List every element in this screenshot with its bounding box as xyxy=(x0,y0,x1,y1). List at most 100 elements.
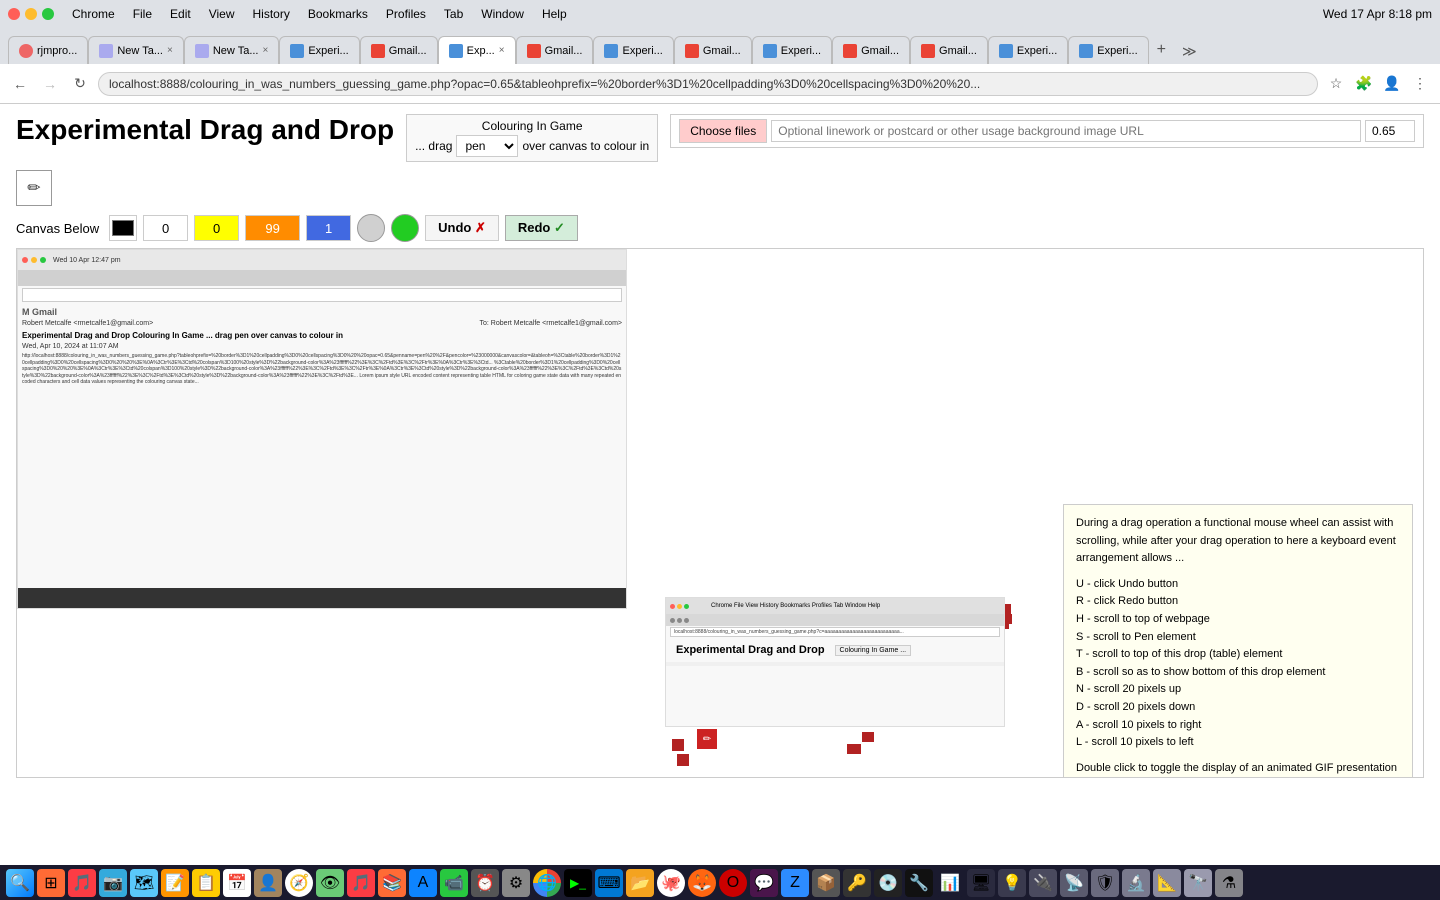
taskbar-more9[interactable]: 📡 xyxy=(1060,869,1088,897)
taskbar-github[interactable]: 🐙 xyxy=(657,869,685,897)
tab-gmail5[interactable]: Gmail... xyxy=(910,36,988,64)
tab-experi3[interactable]: Experi... xyxy=(752,36,832,64)
taskbar-more11[interactable]: 🔬 xyxy=(1122,869,1150,897)
taskbar-appstore[interactable]: A xyxy=(409,869,437,897)
taskbar-vscode[interactable]: ⌨ xyxy=(595,869,623,897)
taskbar-more1[interactable]: 📦 xyxy=(812,869,840,897)
taskbar-zoom[interactable]: Z xyxy=(781,869,809,897)
forward-button[interactable]: → xyxy=(38,72,62,96)
back-button[interactable]: ← xyxy=(8,72,32,96)
taskbar-preview[interactable]: 👁 xyxy=(316,869,344,897)
taskbar-more5[interactable]: 📊 xyxy=(936,869,964,897)
tab-close-icon[interactable]: × xyxy=(167,45,173,56)
tab-label: Gmail... xyxy=(389,45,427,57)
bookmark-icon[interactable]: ☆ xyxy=(1324,72,1348,96)
taskbar-more2[interactable]: 🔑 xyxy=(843,869,871,897)
menu-edit[interactable]: Edit xyxy=(164,5,197,23)
taskbar-slack[interactable]: 💬 xyxy=(750,869,778,897)
pen-button[interactable]: ✏ xyxy=(16,170,52,206)
taskbar-ftp[interactable]: 📂 xyxy=(626,869,654,897)
taskbar-more12[interactable]: 📐 xyxy=(1153,869,1181,897)
menu-view[interactable]: View xyxy=(203,5,241,23)
tab-experi1[interactable]: Experi... xyxy=(279,36,359,64)
taskbar-settings[interactable]: ⚙ xyxy=(502,869,530,897)
redo-button[interactable]: Redo ✓ xyxy=(505,215,578,241)
ss-dot-green xyxy=(40,257,46,263)
taskbar-maps[interactable]: 🗺 xyxy=(130,869,158,897)
taskbar-contacts[interactable]: 👤 xyxy=(254,869,282,897)
menu-bookmarks[interactable]: Bookmarks xyxy=(302,5,374,23)
menu-icon[interactable]: ⋮ xyxy=(1408,72,1432,96)
pen-select[interactable]: pen pencil brush xyxy=(456,135,518,157)
tab-experi5[interactable]: Experi... xyxy=(1068,36,1148,64)
num-input-3[interactable]: 99 xyxy=(245,215,300,241)
taskbar-calendar[interactable]: 📅 xyxy=(223,869,251,897)
taskbar-opera[interactable]: O xyxy=(719,869,747,897)
close-button[interactable] xyxy=(8,8,20,20)
tab-experi2[interactable]: Experi... xyxy=(593,36,673,64)
tab-exp-active[interactable]: Exp... × xyxy=(438,36,516,64)
profile-icon[interactable]: 👤 xyxy=(1380,72,1404,96)
taskbar-more3[interactable]: 💿 xyxy=(874,869,902,897)
taskbar-more8[interactable]: 🔌 xyxy=(1029,869,1057,897)
maximize-button[interactable] xyxy=(42,8,54,20)
taskbar-itunes[interactable]: 🎵 xyxy=(347,869,375,897)
menu-window[interactable]: Window xyxy=(475,5,530,23)
num-input-4[interactable]: 1 xyxy=(306,215,351,241)
canvas-area[interactable]: Wed 10 Apr 12:47 pm M Gmail Robert Metca… xyxy=(16,248,1424,778)
taskbar-more14[interactable]: ⚗ xyxy=(1215,869,1243,897)
taskbar-safari[interactable]: 🧭 xyxy=(285,869,313,897)
opacity-input[interactable]: 0.65 xyxy=(1365,120,1415,142)
taskbar-more4[interactable]: 🔧 xyxy=(905,869,933,897)
taskbar-time-machine[interactable]: ⏰ xyxy=(471,869,499,897)
tab-close-icon[interactable]: × xyxy=(499,45,505,56)
taskbar-more7[interactable]: 💡 xyxy=(998,869,1026,897)
taskbar-chrome[interactable]: 🌐 xyxy=(533,869,561,897)
tab-gmail3[interactable]: Gmail... xyxy=(674,36,752,64)
new-tab-button[interactable]: + xyxy=(1149,36,1174,64)
taskbar-music[interactable]: 🎵 xyxy=(68,869,96,897)
tab-close-icon[interactable]: × xyxy=(263,45,269,56)
address-input[interactable] xyxy=(98,72,1318,96)
taskbar-facetime[interactable]: 📹 xyxy=(440,869,468,897)
taskbar-reminders[interactable]: 📝 xyxy=(161,869,189,897)
tab-new2[interactable]: New Ta... × xyxy=(184,36,280,64)
menu-history[interactable]: History xyxy=(247,5,296,23)
tab-gmail4[interactable]: Gmail... xyxy=(832,36,910,64)
tab-new1[interactable]: New Ta... × xyxy=(88,36,184,64)
taskbar-more10[interactable]: 🛡 xyxy=(1091,869,1119,897)
menu-help[interactable]: Help xyxy=(536,5,573,23)
bg-url-input[interactable] xyxy=(771,120,1361,142)
menu-tab[interactable]: Tab xyxy=(438,5,469,23)
taskbar-iterm[interactable]: ▶_ xyxy=(564,869,592,897)
minimize-button[interactable] xyxy=(25,8,37,20)
tab-experi4[interactable]: Experi... xyxy=(988,36,1068,64)
tab-gmail2[interactable]: Gmail... xyxy=(516,36,594,64)
menu-profiles[interactable]: Profiles xyxy=(380,5,432,23)
undo-button[interactable]: Undo ✗ xyxy=(425,215,499,241)
tab-gmail1[interactable]: Gmail... xyxy=(360,36,438,64)
choose-files-button[interactable]: Choose files xyxy=(679,119,767,143)
more-tabs-button[interactable]: ≫ xyxy=(1174,39,1205,64)
taskbar-launchpad[interactable]: ⊞ xyxy=(37,869,65,897)
tab-rjmpro[interactable]: rjmpro... xyxy=(8,36,88,64)
color-picker[interactable] xyxy=(109,215,137,241)
num-input-1[interactable]: 0 xyxy=(143,215,188,241)
taskbar-photos[interactable]: 📷 xyxy=(99,869,127,897)
tab-label: Experi... xyxy=(1097,45,1137,57)
extensions-icon[interactable]: 🧩 xyxy=(1352,72,1376,96)
menu-chrome[interactable]: Chrome xyxy=(66,5,121,23)
taskbar-finder[interactable]: 🔍 xyxy=(6,869,34,897)
red-square[interactable]: ✏ xyxy=(697,729,717,749)
taskbar-more13[interactable]: 🔭 xyxy=(1184,869,1212,897)
taskbar-notes[interactable]: 📋 xyxy=(192,869,220,897)
taskbar-books[interactable]: 📚 xyxy=(378,869,406,897)
colouring-game-box: Colouring In Game ... drag pen pencil br… xyxy=(406,114,658,162)
reload-button[interactable]: ↻ xyxy=(68,72,92,96)
circle-button-green[interactable] xyxy=(391,214,419,242)
num-input-2[interactable]: 0 xyxy=(194,215,239,241)
taskbar-more6[interactable]: 🖥 xyxy=(967,869,995,897)
circle-button-gray[interactable] xyxy=(357,214,385,242)
menu-file[interactable]: File xyxy=(127,5,158,23)
taskbar-firefox[interactable]: 🦊 xyxy=(688,869,716,897)
